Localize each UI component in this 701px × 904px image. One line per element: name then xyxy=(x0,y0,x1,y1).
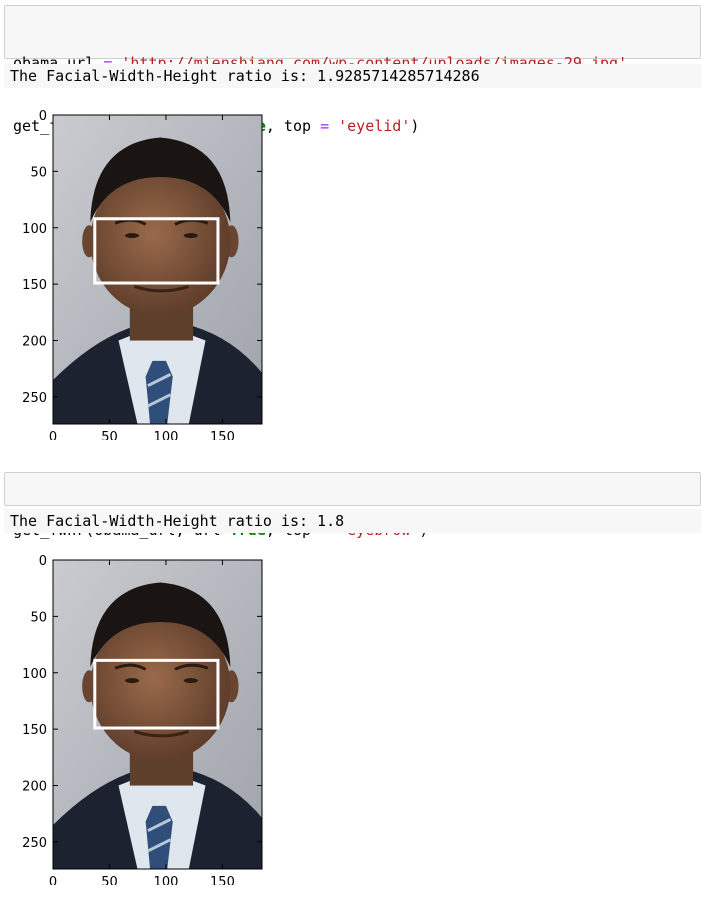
x-tick-label: 0 xyxy=(49,875,57,885)
x-tick-label: 150 xyxy=(210,430,235,440)
x-tick-label: 100 xyxy=(154,430,179,440)
portrait-photo xyxy=(53,115,262,424)
code-token: ) xyxy=(410,117,420,135)
x-tick-label: 150 xyxy=(210,875,235,885)
y-tick-label: 0 xyxy=(39,554,47,569)
y-tick-label: 100 xyxy=(22,222,47,237)
y-tick-label: 0 xyxy=(39,109,47,124)
cell-output-text: The Facial-Width-Height ratio is: 1.8 xyxy=(4,509,701,533)
y-tick-label: 250 xyxy=(22,836,47,851)
portrait-photo xyxy=(53,560,262,869)
cell-output-text: The Facial-Width-Height ratio is: 1.9285… xyxy=(4,64,701,88)
y-tick-label: 100 xyxy=(22,667,47,682)
x-tick-label: 50 xyxy=(101,875,118,885)
y-tick-label: 250 xyxy=(22,391,47,406)
x-tick-label: 0 xyxy=(49,430,57,440)
y-tick-label: 200 xyxy=(22,335,47,350)
image-plot-eyebrow: 0 50 100 150 200 250 0 50 100 150 xyxy=(0,545,300,885)
code-cell-2[interactable]: get_fwhr(obama_url, url=True, top = 'eye… xyxy=(4,472,701,539)
y-tick-label: 200 xyxy=(22,780,47,795)
code-token: = xyxy=(320,117,330,135)
x-tick-label: 100 xyxy=(154,875,179,885)
y-tick-label: 150 xyxy=(22,278,47,293)
y-tick-label: 150 xyxy=(22,723,47,738)
image-plot-eyelid: 0 50 100 150 200 250 0 50 100 150 xyxy=(0,100,300,440)
x-tick-label: 50 xyxy=(101,430,118,440)
code-cell-1[interactable]: obama_url = 'http://mienshiang.com/wp-co… xyxy=(4,5,701,135)
y-tick-label: 50 xyxy=(30,165,47,180)
plot-svg: 0 50 100 150 200 250 0 50 100 150 xyxy=(22,554,263,885)
code-token: 'eyelid' xyxy=(338,117,411,135)
plot-svg: 0 50 100 150 200 250 0 50 100 150 xyxy=(22,109,263,440)
y-tick-label: 50 xyxy=(30,610,47,625)
